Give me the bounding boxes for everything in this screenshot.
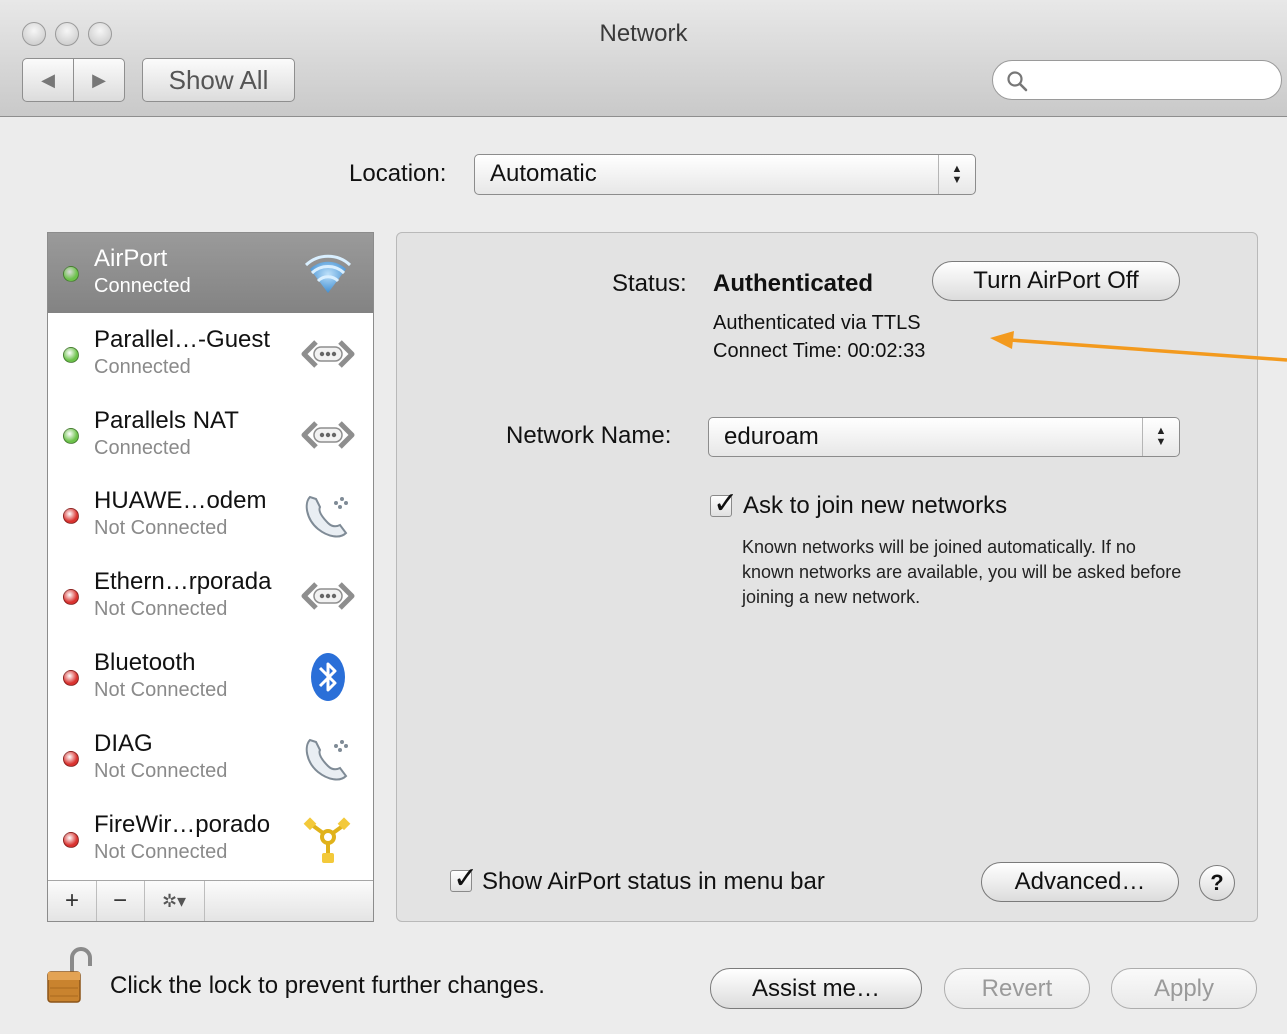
show-status-menubar-checkbox[interactable]: ✓ xyxy=(450,862,478,895)
add-service-button[interactable]: + xyxy=(48,881,97,921)
service-status: Not Connected xyxy=(94,598,228,621)
wifi-icon xyxy=(300,247,356,299)
service-status: Connected xyxy=(94,436,191,459)
service-name: Parallels NAT xyxy=(94,406,239,434)
service-list-toolbar: + − ✲▾ xyxy=(48,880,373,921)
location-value: Automatic xyxy=(490,160,597,187)
service-item[interactable]: Parallel…-Guest Connected xyxy=(48,314,373,394)
bluetooth-icon xyxy=(300,651,356,703)
service-item[interactable]: DIAG Not Connected xyxy=(48,718,373,798)
service-name: Ethern…rporada xyxy=(94,568,272,596)
popup-arrows-icon: ▲ ▼ xyxy=(938,155,975,194)
modem-phone-icon xyxy=(300,732,356,784)
modem-phone-icon xyxy=(300,489,356,541)
remove-service-button[interactable]: − xyxy=(96,881,145,921)
ethernet-icon xyxy=(300,409,356,461)
status-value: Authenticated xyxy=(713,270,874,297)
advanced-button[interactable]: Advanced… xyxy=(981,862,1179,902)
service-status: Not Connected xyxy=(94,679,228,701)
ask-join-checkbox[interactable]: ✓ xyxy=(710,487,738,520)
search-icon xyxy=(1007,71,1028,92)
service-item[interactable]: FireWir…porado Not Connected xyxy=(48,799,373,879)
location-popup[interactable]: Automatic ▲ ▼ xyxy=(474,154,976,195)
status-dot xyxy=(63,750,79,767)
firewire-icon xyxy=(300,813,356,865)
service-name: FireWir…porado xyxy=(94,810,271,838)
status-dot xyxy=(63,508,79,525)
service-name: HUAWE…odem xyxy=(94,487,267,515)
service-item[interactable]: HUAWE…odem Not Connected xyxy=(48,475,373,555)
apply-button[interactable]: Apply xyxy=(1111,968,1257,1009)
status-dot xyxy=(63,266,79,282)
network-name-value: eduroam xyxy=(724,423,819,450)
status-label: Status: xyxy=(612,270,687,297)
service-action-gear-button[interactable]: ✲▾ xyxy=(144,881,205,921)
service-item[interactable]: AirPort Connected xyxy=(48,233,373,313)
show-status-menubar-label: Show AirPort status in menu bar xyxy=(482,868,825,895)
window-title: Network xyxy=(599,20,688,47)
service-list: AirPort Connected Parallel…-Guest Connected… xyxy=(47,232,374,922)
turn-airport-off-button[interactable]: Turn AirPort Off xyxy=(932,261,1180,301)
forward-arrow-icon: ▶ xyxy=(92,69,106,90)
status-dot xyxy=(63,670,79,686)
checkmark-icon: ✓ xyxy=(713,487,739,520)
service-status: Not Connected xyxy=(94,517,228,540)
back-arrow-icon: ◀ xyxy=(41,69,55,90)
auth-method-text: Authenticated via TTLS xyxy=(713,312,921,334)
ask-join-label: Ask to join new networks xyxy=(743,492,1008,519)
ask-join-help-text: Known networks will be joined automatica… xyxy=(742,537,1182,607)
search-field[interactable] xyxy=(992,60,1282,100)
help-button[interactable]: ? xyxy=(1199,865,1235,901)
checkmark-icon: ✓ xyxy=(453,862,479,895)
lock-text: Click the lock to prevent further change… xyxy=(110,972,545,999)
service-name: Parallel…-Guest xyxy=(94,325,271,353)
status-dot xyxy=(63,831,79,848)
service-name: Bluetooth xyxy=(94,649,196,676)
ethernet-icon xyxy=(300,570,356,622)
status-dot xyxy=(63,346,79,363)
service-status: Connected xyxy=(94,275,191,297)
network-name-popup[interactable]: eduroam ▲ ▼ xyxy=(708,417,1180,457)
service-item[interactable]: Ethern…rporada Not Connected xyxy=(48,556,373,636)
status-dot xyxy=(63,589,79,606)
ethernet-icon xyxy=(300,328,356,380)
service-name: DIAG xyxy=(94,729,153,757)
show-all-button[interactable]: Show All xyxy=(142,58,295,102)
popup-arrows-icon: ▲ ▼ xyxy=(1142,418,1179,456)
back-button[interactable]: ◀ xyxy=(22,58,74,102)
assist-me-button[interactable]: Assist me… xyxy=(710,968,922,1009)
service-item[interactable]: Bluetooth Not Connected xyxy=(48,637,373,717)
service-item[interactable]: Parallels NAT Connected xyxy=(48,395,373,475)
network-name-label: Network Name: xyxy=(506,422,672,449)
forward-button[interactable]: ▶ xyxy=(73,58,125,102)
service-name: AirPort xyxy=(94,245,168,272)
status-dot xyxy=(63,427,79,444)
lock-icon[interactable] xyxy=(44,946,100,1008)
service-status: Not Connected xyxy=(94,840,228,863)
location-label: Location: xyxy=(349,160,447,187)
connect-time-text: Connect Time: 00:02:33 xyxy=(713,340,926,362)
search-input[interactable] xyxy=(1037,65,1271,97)
service-status: Connected xyxy=(94,355,191,378)
service-status: Not Connected xyxy=(94,759,228,782)
revert-button[interactable]: Revert xyxy=(944,968,1090,1009)
annotation-arrow xyxy=(990,331,1287,362)
